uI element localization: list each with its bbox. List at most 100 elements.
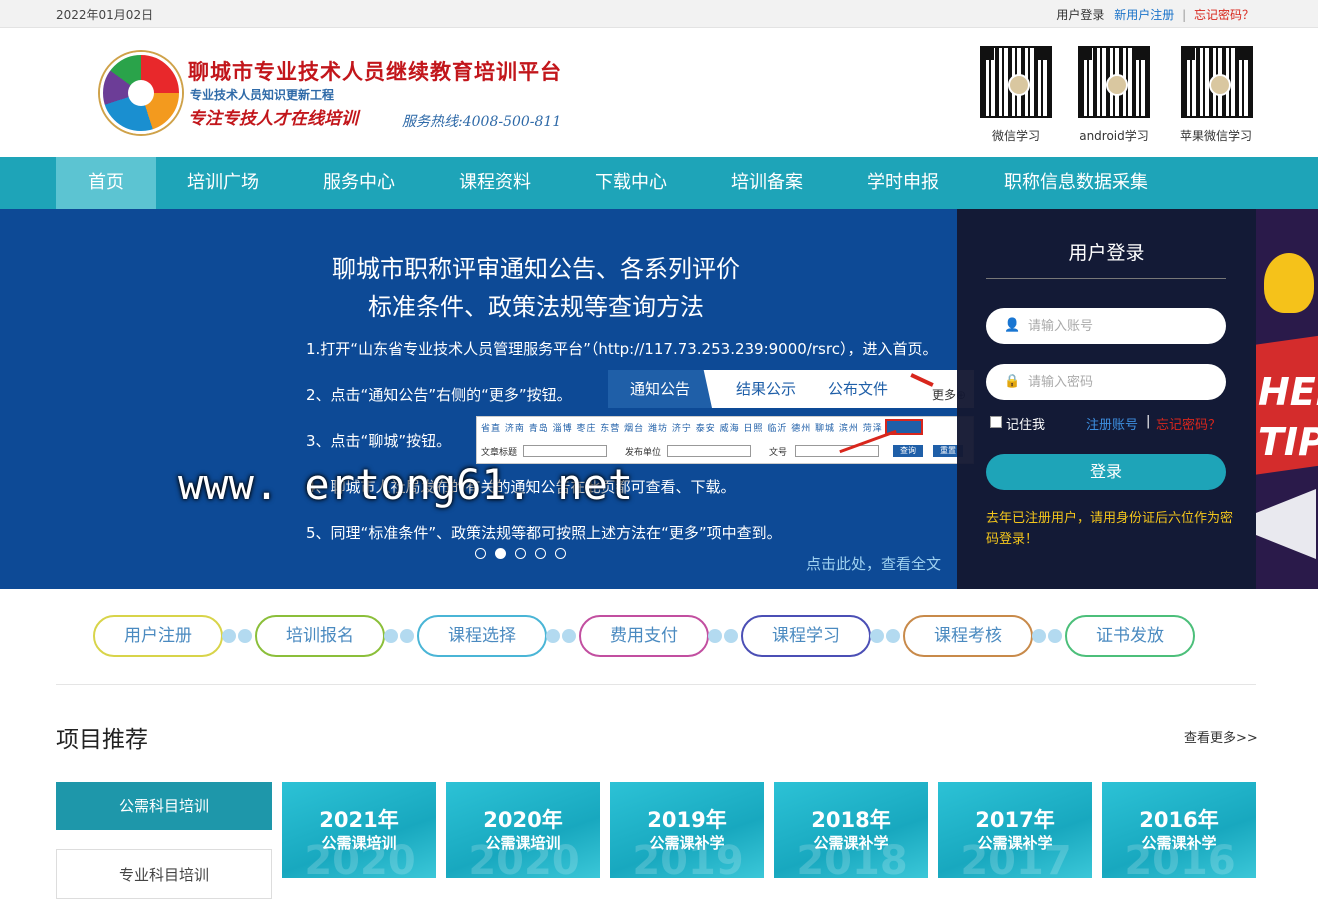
nav-home[interactable]: 首页 bbox=[56, 157, 156, 209]
current-date: 2022年01月02日 bbox=[56, 8, 154, 22]
category-public-course[interactable]: 公需科目培训 bbox=[56, 782, 272, 830]
top-links: 用户登录 新用户注册 | 忘记密码？ bbox=[1056, 6, 1254, 23]
remember-checkbox[interactable] bbox=[990, 416, 1002, 428]
card-name: 公需课培训 bbox=[321, 834, 397, 852]
top-forgot-link[interactable]: 忘记密码？ bbox=[1194, 8, 1254, 22]
card-year: 2018年 bbox=[811, 808, 891, 832]
card-year: 2016年 bbox=[1139, 808, 1219, 832]
carousel-dot-4[interactable] bbox=[535, 548, 546, 559]
form-label-unit: 发布单位 bbox=[625, 448, 662, 458]
qrcode-apple-label: 苹果微信学习 bbox=[1179, 129, 1252, 143]
projects-more-link[interactable]: 查看更多>> bbox=[1184, 727, 1258, 746]
step-course-exam[interactable]: 课程考核 bbox=[903, 615, 1033, 657]
banner-tab-documents: 公布文件 bbox=[828, 380, 889, 398]
card-year: 2019年 bbox=[647, 808, 727, 832]
step-course-study[interactable]: 课程学习 bbox=[741, 615, 871, 657]
step-certificate[interactable]: 证书发放 bbox=[1065, 615, 1195, 657]
login-tip: 去年已注册用户，请用身份证后六位作为密码登录！ bbox=[986, 511, 1234, 547]
card-year: 2021年 bbox=[319, 808, 399, 832]
project-card-2016[interactable]: 2016 2016年 公需课补学 bbox=[1102, 782, 1256, 878]
nav-service-center[interactable]: 服务中心 bbox=[312, 157, 406, 209]
qrcode-android-icon bbox=[1078, 46, 1150, 118]
form-label-number: 文号 bbox=[769, 448, 788, 458]
step-course-select[interactable]: 课程选择 bbox=[417, 615, 547, 657]
step-connector bbox=[870, 629, 902, 643]
card-name: 公需课补学 bbox=[1141, 834, 1217, 852]
form-title-box bbox=[523, 445, 607, 457]
banner-step-1: 1.打开“山东省专业技术人员管理服务平台”（http://117.73.253.… bbox=[306, 340, 938, 358]
login-button[interactable]: 登录 bbox=[986, 454, 1226, 490]
nav-hours-declaration[interactable]: 学时申报 bbox=[856, 157, 950, 209]
banner-tab-notice: 通知公告 bbox=[608, 370, 712, 408]
city-row: 省直 济南 青岛 淄博 枣庄 东营 烟台 潍坊 济宁 泰安 威海 日照 临沂 德… bbox=[481, 424, 883, 434]
megaphone-icon bbox=[1256, 489, 1316, 559]
nav-training-plaza[interactable]: 培训广场 bbox=[176, 157, 270, 209]
qrcode-android-label: android学习 bbox=[1079, 129, 1149, 143]
banner-tab-results: 结果公示 bbox=[736, 380, 797, 398]
password-input[interactable] bbox=[986, 364, 1226, 400]
carousel-dot-5[interactable] bbox=[555, 548, 566, 559]
card-year: 2017年 bbox=[975, 808, 1055, 832]
card-year: 2020年 bbox=[483, 808, 563, 832]
card-name: 公需课补学 bbox=[977, 834, 1053, 852]
banner-side-graphic: HELPFUL TIPS bbox=[1256, 209, 1318, 589]
site-title: 聊城市专业技术人员继续教育培训平台 bbox=[188, 59, 562, 84]
account-input[interactable] bbox=[986, 308, 1226, 344]
top-login-link[interactable]: 用户登录 bbox=[1056, 8, 1104, 22]
banner-step-5: 5、同理“标准条件”、政策法规等都可按照上述方法在“更多”项中查到。 bbox=[306, 524, 782, 542]
site-slogan: 专注专技人才在线培训 bbox=[188, 109, 358, 129]
qrcode-wechat-label: 微信学习 bbox=[991, 129, 1040, 143]
carousel-dot-1[interactable] bbox=[475, 548, 486, 559]
top-link-separator: | bbox=[1182, 8, 1187, 22]
watermark: www. ertong61. net bbox=[178, 460, 634, 509]
qrcode-apple-icon bbox=[1181, 46, 1253, 118]
forgot-password-link[interactable]: 忘记密码？ bbox=[1156, 414, 1221, 433]
carousel-dot-3[interactable] bbox=[515, 548, 526, 559]
banner-city-screenshot: 省直 济南 青岛 淄博 枣庄 东营 烟台 潍坊 济宁 泰安 威海 日照 临沂 德… bbox=[476, 416, 974, 464]
top-register-link[interactable]: 新用户注册 bbox=[1114, 8, 1174, 22]
step-training-signup[interactable]: 培训报名 bbox=[255, 615, 385, 657]
step-connector bbox=[384, 629, 416, 643]
register-account-link[interactable]: 注册账号 bbox=[1086, 414, 1138, 433]
nav-download-center[interactable]: 下载中心 bbox=[584, 157, 678, 209]
step-user-register[interactable]: 用户注册 bbox=[93, 615, 223, 657]
project-card-2019[interactable]: 2019 2019年 公需课补学 bbox=[610, 782, 764, 878]
lock-icon: 🔒 bbox=[1004, 374, 1021, 389]
projects-title: 项目推荐 bbox=[56, 727, 148, 753]
remember-label: 记住我 bbox=[1006, 418, 1046, 433]
tips-text: HELPFUL TIPS bbox=[1258, 370, 1318, 464]
category-professional-course[interactable]: 专业科目培训 bbox=[56, 849, 272, 899]
banner-title-line2: 标准条件、政策法规等查询方法 bbox=[368, 293, 704, 321]
project-card-2021[interactable]: 2020 2021年 公需课培训 bbox=[282, 782, 436, 878]
step-fee-payment[interactable]: 费用支付 bbox=[579, 615, 709, 657]
site-subtitle: 专业技术人员知识更新工程 bbox=[190, 88, 335, 102]
card-name: 公需课补学 bbox=[813, 834, 889, 852]
user-icon: 👤 bbox=[1004, 318, 1021, 333]
step-connector bbox=[546, 629, 578, 643]
form-search-button: 查询 bbox=[893, 445, 923, 457]
carousel-dot-2[interactable] bbox=[495, 548, 506, 559]
project-card-2020[interactable]: 2020 2020年 公需课培训 bbox=[446, 782, 600, 878]
nav-training-filing[interactable]: 培训备案 bbox=[720, 157, 814, 209]
nav-title-data-collection[interactable]: 职称信息数据采集 bbox=[994, 157, 1158, 209]
step-connector bbox=[222, 629, 254, 643]
form-number-box bbox=[795, 445, 879, 457]
logo-center-icon bbox=[128, 80, 154, 106]
banner-read-more-link[interactable]: 点击此处，查看全文 bbox=[806, 553, 941, 574]
project-card-2018[interactable]: 2018 2018年 公需课补学 bbox=[774, 782, 928, 878]
step-connector bbox=[1032, 629, 1064, 643]
nav-course-materials[interactable]: 课程资料 bbox=[448, 157, 542, 209]
search-form-row: 文章标题 发布单位 文号 查询 重置 bbox=[481, 445, 971, 459]
login-link-separator: | bbox=[1146, 414, 1151, 429]
qrcode-wechat-icon bbox=[980, 46, 1052, 118]
project-card-2017[interactable]: 2017 2017年 公需课补学 bbox=[938, 782, 1092, 878]
section-divider bbox=[56, 684, 1256, 685]
form-unit-box bbox=[667, 445, 751, 457]
card-name: 公需课培训 bbox=[485, 834, 561, 852]
top-bar: 2022年01月02日 用户登录 新用户注册 | 忘记密码？ bbox=[0, 0, 1318, 28]
step-connector bbox=[708, 629, 740, 643]
form-label-title: 文章标题 bbox=[481, 448, 518, 458]
main-nav: 首页 培训广场 服务中心 课程资料 下载中心 培训备案 学时申报 职称信息数据采… bbox=[0, 157, 1318, 209]
service-hotline: 服务热线:4008-500-811 bbox=[402, 114, 562, 130]
card-name: 公需课补学 bbox=[649, 834, 725, 852]
